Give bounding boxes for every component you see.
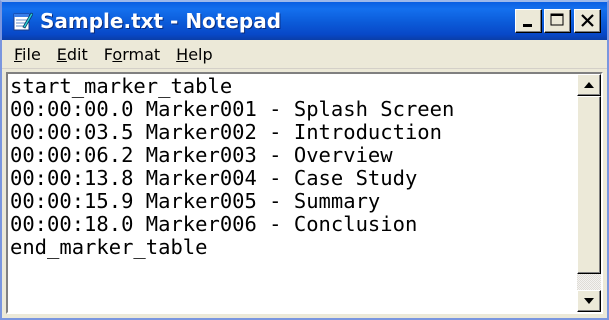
text-line: 00:00:15.9 Marker005 - Summary	[10, 189, 381, 213]
menu-edit-accel: E	[56, 44, 67, 64]
maximize-button[interactable]	[544, 9, 571, 33]
menu-edit[interactable]: Edit	[49, 45, 96, 64]
text-line: 00:00:00.0 Marker001 - Splash Screen	[10, 97, 455, 121]
text-line: 00:00:06.2 Marker003 - Overview	[10, 143, 393, 167]
title-bar[interactable]: Sample.txt - Notepad	[2, 2, 607, 40]
menu-help[interactable]: Help	[168, 45, 220, 64]
menu-format[interactable]: Format	[96, 45, 168, 64]
minimize-icon	[523, 24, 532, 27]
menu-file-accel: F	[14, 44, 23, 64]
text-line: start_marker_table	[10, 74, 233, 98]
menu-help-label: elp	[188, 44, 213, 64]
maximize-icon	[550, 13, 564, 26]
window-title: Sample.txt - Notepad	[40, 9, 282, 33]
scrollbar-thumb[interactable]	[577, 96, 601, 274]
text-line: end_marker_table	[10, 235, 208, 259]
vertical-scrollbar[interactable]	[576, 74, 601, 312]
scroll-down-arrow-icon	[584, 298, 594, 304]
text-line: 00:00:18.0 Marker006 - Conclusion	[10, 212, 418, 236]
text-line: 00:00:13.8 Marker004 - Case Study	[10, 166, 418, 190]
menu-format-label: rmat	[122, 44, 161, 64]
menu-file-label: ile	[22, 44, 41, 64]
close-icon	[581, 14, 594, 27]
text-edit-area[interactable]: start_marker_table 00:00:00.0 Marker001 …	[8, 74, 576, 312]
menu-bar: File Edit Format Help	[2, 40, 607, 69]
scroll-down-button[interactable]	[577, 290, 601, 312]
scroll-up-button[interactable]	[577, 74, 601, 96]
notepad-icon[interactable]	[11, 10, 34, 32]
caption-buttons	[513, 9, 601, 33]
text-line: 00:00:03.5 Marker002 - Introduction	[10, 120, 442, 144]
menu-file[interactable]: File	[6, 45, 49, 64]
menu-edit-label: dit	[66, 44, 88, 64]
notepad-window: Sample.txt - Notepad File Edit Format He…	[0, 0, 609, 320]
menu-format-accel: o	[112, 44, 123, 64]
scroll-up-arrow-icon	[584, 82, 594, 88]
text-client-area: start_marker_table 00:00:00.0 Marker001 …	[6, 72, 603, 314]
close-button[interactable]	[574, 9, 601, 33]
menu-help-accel: H	[176, 44, 189, 64]
minimize-button[interactable]	[515, 9, 542, 33]
